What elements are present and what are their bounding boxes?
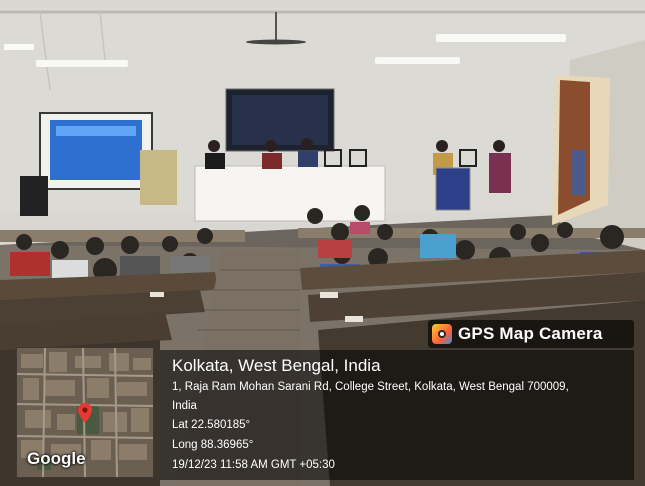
location-title: Kolkata, West Bengal, India xyxy=(172,356,381,375)
latitude: Lat 22.580185° xyxy=(172,419,251,431)
gps-map-camera-badge: GPS Map Camera xyxy=(428,320,634,348)
location-pin-icon xyxy=(78,403,92,423)
map-thumbnail: Google xyxy=(16,347,154,478)
location-info-panel: Kolkata, West Bengal, India 1, Raja Ram … xyxy=(160,350,634,480)
datetime: 19/12/23 11:58 AM GMT +05:30 xyxy=(172,459,335,471)
address-line-1: 1, Raja Ram Mohan Sarani Rd, College Str… xyxy=(172,381,569,393)
address-line-2: India xyxy=(172,400,197,412)
google-logo: Google xyxy=(27,449,86,468)
app-name: GPS Map Camera xyxy=(458,324,603,343)
camera-app-icon xyxy=(432,324,452,344)
longitude: Long 88.36965° xyxy=(172,439,254,451)
